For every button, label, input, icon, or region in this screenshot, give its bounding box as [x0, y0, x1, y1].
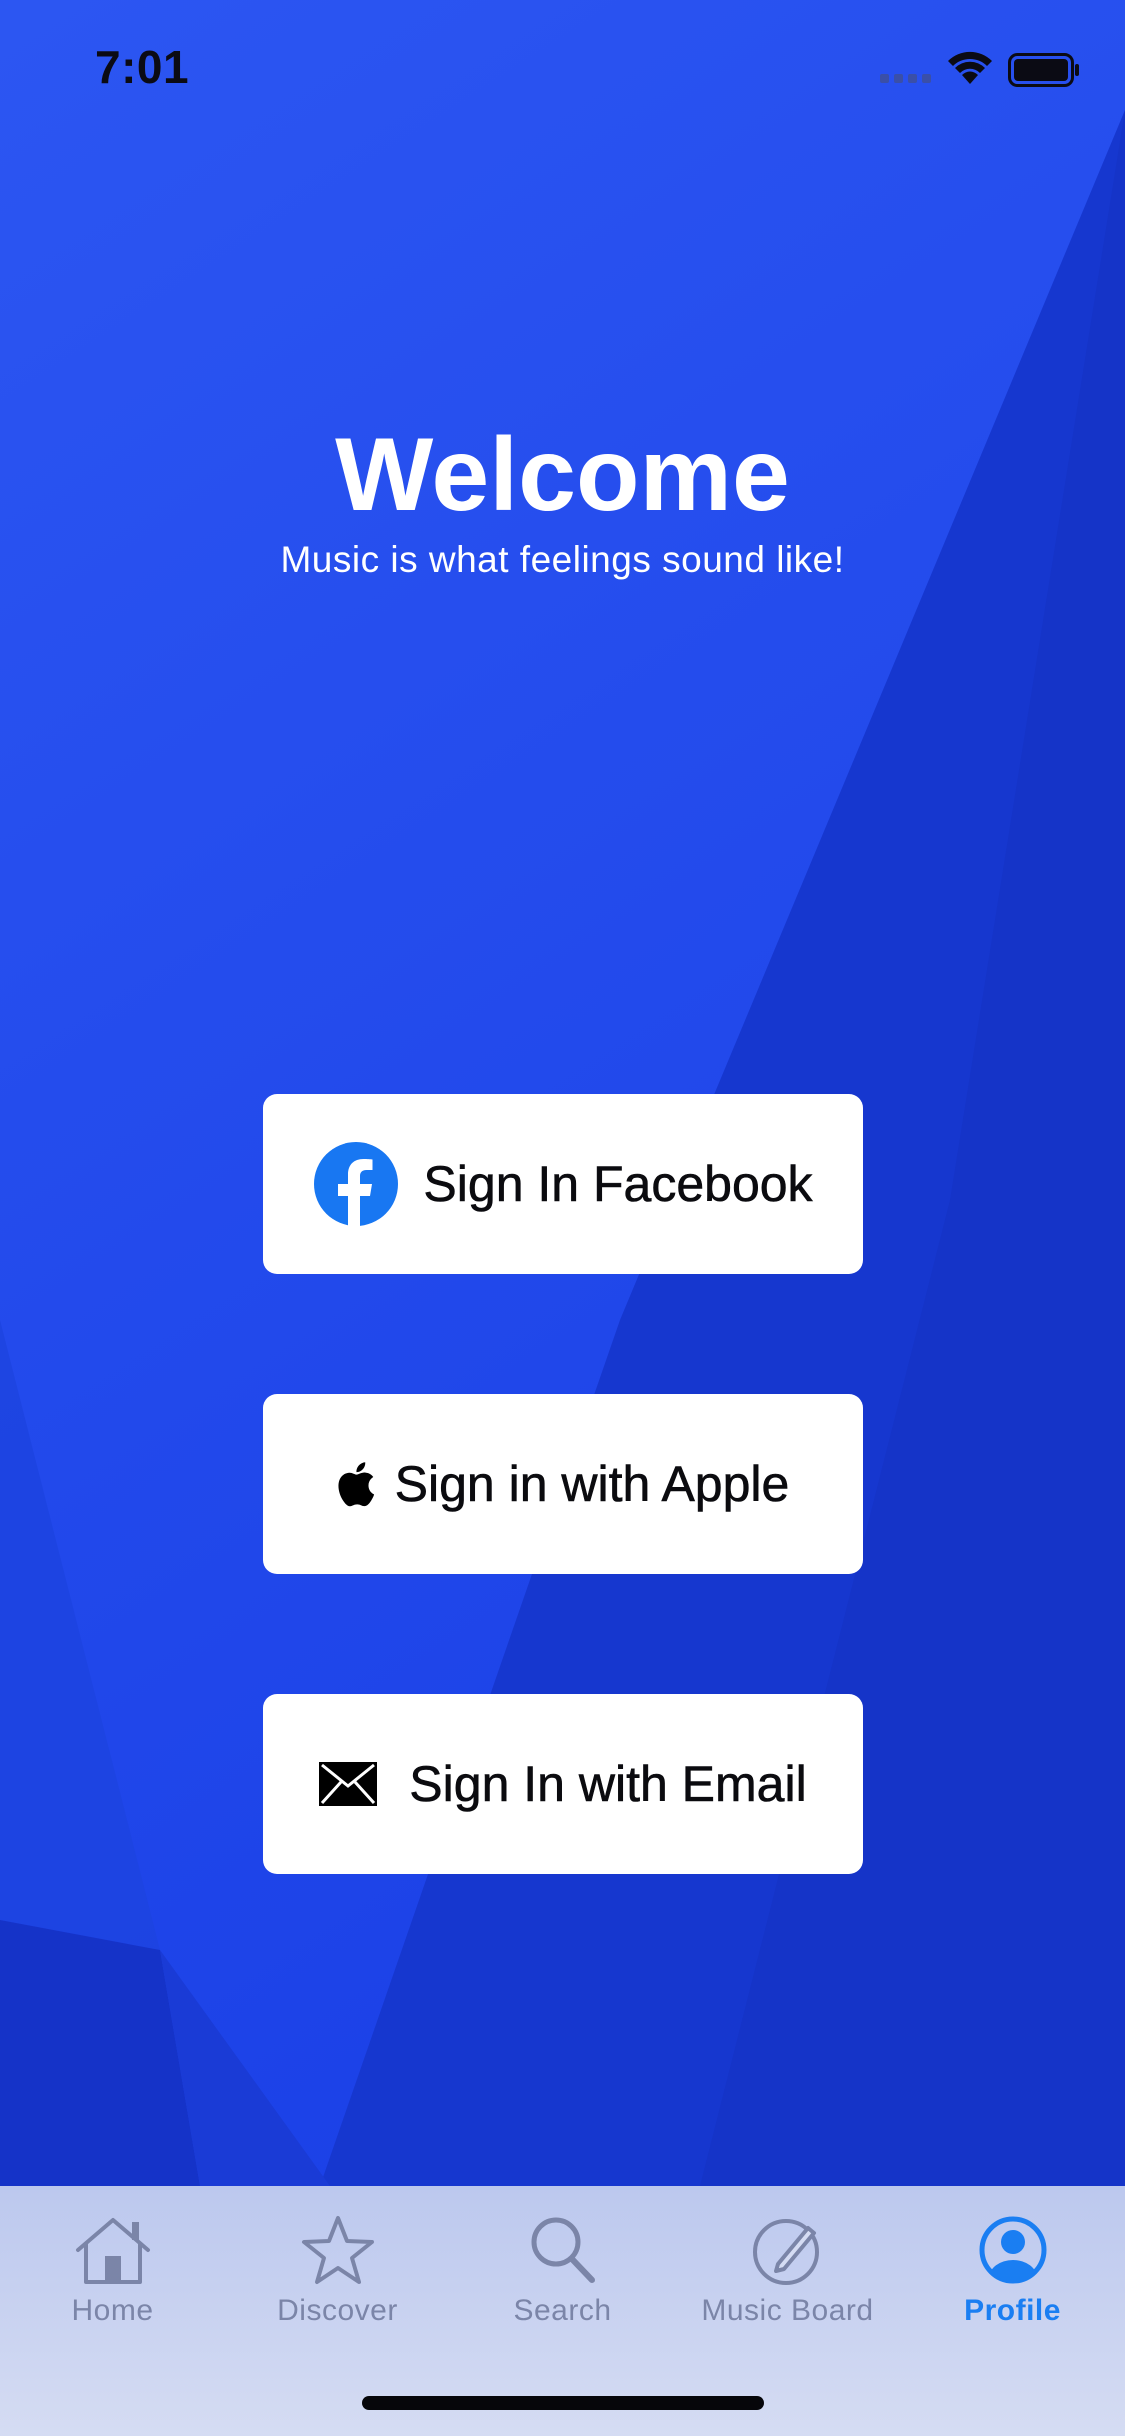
tab-discover[interactable]: Discover — [225, 2186, 450, 2351]
sign-in-apple-label: Sign in with Apple — [394, 1456, 790, 1513]
welcome-title: Welcome — [335, 417, 790, 533]
facebook-icon — [313, 1141, 399, 1227]
tab-profile[interactable]: Profile — [900, 2186, 1125, 2351]
status-time: 7:01 — [95, 41, 190, 93]
sign-in-email-label: Sign In with Email — [409, 1756, 807, 1813]
wifi-icon — [947, 50, 993, 91]
sign-in-email-button[interactable]: Sign In with Email — [263, 1694, 863, 1874]
tab-music-board-label: Music Board — [701, 2294, 874, 2327]
tab-search[interactable]: Search — [450, 2186, 675, 2351]
sign-in-apple-button[interactable]: Sign in with Apple — [263, 1394, 863, 1574]
envelope-icon — [319, 1762, 378, 1806]
star-icon — [225, 2214, 450, 2286]
home-indicator — [362, 2396, 764, 2410]
battery-icon — [1008, 53, 1080, 92]
tab-home-label: Home — [71, 2294, 154, 2327]
welcome-subtitle: Music is what feelings sound like! — [280, 539, 845, 580]
sign-in-facebook-button[interactable]: Sign In Facebook — [263, 1094, 863, 1274]
status-bar: 7:01 — [0, 0, 1125, 140]
tab-home[interactable]: Home — [0, 2186, 225, 2351]
apple-logo-icon — [337, 1461, 375, 1507]
person-circle-icon — [900, 2214, 1125, 2286]
cellular-signal-icon — [880, 70, 936, 89]
tab-profile-label: Profile — [964, 2294, 1061, 2327]
house-icon — [0, 2214, 225, 2286]
pencil-circle-icon — [675, 2214, 900, 2286]
tab-search-label: Search — [513, 2294, 612, 2327]
sign-in-facebook-label: Sign In Facebook — [423, 1156, 813, 1213]
magnifier-icon — [450, 2214, 675, 2286]
tab-discover-label: Discover — [277, 2294, 398, 2327]
tab-music-board[interactable]: Music Board — [675, 2186, 900, 2351]
